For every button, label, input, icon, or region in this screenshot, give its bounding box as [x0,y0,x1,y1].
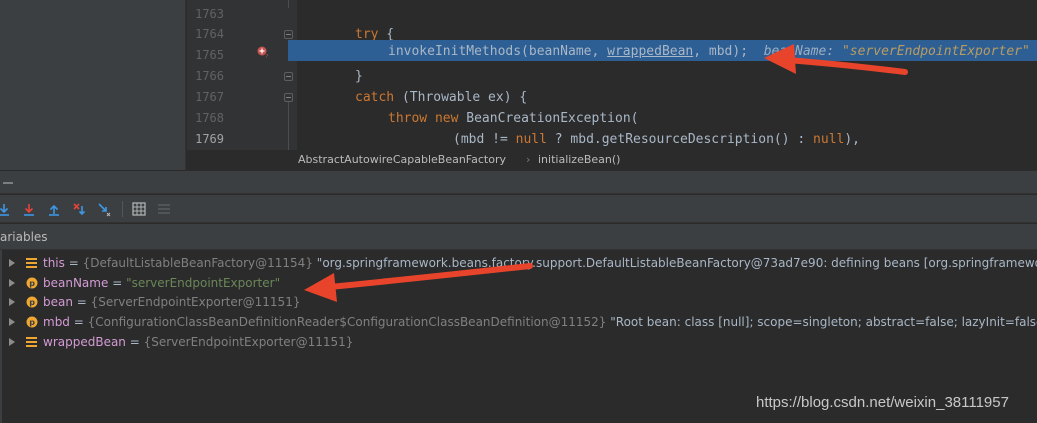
breadcrumb-method[interactable]: initializeBean() [538,150,620,170]
expand-arrow-icon[interactable] [9,318,15,326]
code-line: throw new BeanCreationException( [388,111,639,126]
svg-text:p: p [29,279,35,288]
param-icon: p [26,277,38,289]
param-icon: p [26,296,38,308]
expand-arrow-icon[interactable] [9,298,15,306]
step-out-icon[interactable] [46,201,62,217]
variable-row-beanName[interactable]: p beanName = "serverEndpointExporter" [0,273,1037,293]
breakpoint-icon[interactable]: ? [257,46,269,58]
fold-toggle-icon[interactable] [284,72,293,81]
svg-text:p: p [29,298,35,307]
fold-guide [288,102,289,150]
keyword-catch: catch [355,90,395,105]
line-number: 1765 [195,48,224,62]
svg-text:?: ? [266,54,269,58]
drop-frame-icon[interactable] [71,201,87,217]
fold-toggle-icon[interactable] [284,93,293,102]
run-to-cursor-icon[interactable] [96,201,112,217]
field-icon [26,258,37,268]
variables-header: ariables [0,224,1037,250]
trace-icon[interactable] [156,201,172,217]
panel-separator[interactable] [0,170,1037,194]
fold-toggle-icon[interactable] [284,30,293,39]
project-panel [0,0,186,170]
minimize-icon[interactable] [3,182,13,184]
code-area[interactable]: try { invokeInitMethods(beanName, wrappe… [297,0,1037,150]
variables-title: ariables [0,230,48,244]
toolbar-divider [122,201,123,217]
code-line: } [355,69,363,84]
debugger-toolbar [0,195,1037,223]
expand-arrow-icon[interactable] [9,338,15,346]
breadcrumb-class[interactable]: AbstractAutowireCapableBeanFactory [298,150,506,170]
variable-row-this[interactable]: this = {DefaultListableBeanFactory@11154… [0,253,1037,273]
execution-line-gutter [288,40,297,61]
variable-row-bean[interactable]: p bean = {ServerEndpointExporter@11151} [0,292,1037,312]
line-number: 1766 [195,69,224,83]
line-number: 1768 [195,111,224,125]
line-number-current: 1769 [195,132,224,146]
param-icon: p [26,316,38,328]
variable-row-mbd[interactable]: p mbd = {ConfigurationClassBeanDefinitio… [0,312,1037,332]
code-line: (mbd != null ? mbd.getResourceDescriptio… [453,132,861,147]
current-execution-line: invokeInitMethods(beanName, wrappedBean,… [297,40,1037,61]
code-editor: 1763 1764 1765 1766 1767 1768 1769 ? try… [0,0,1037,170]
line-number: 1764 [195,27,224,41]
code-line: catch (Throwable ex) { [355,90,528,105]
expand-arrow-icon[interactable] [9,259,15,267]
editor-gutter: 1763 1764 1765 1766 1767 1768 1769 [187,0,297,150]
field-icon [26,337,37,347]
svg-text:p: p [29,318,35,327]
step-into-icon[interactable] [21,201,37,217]
variable-row-wrappedBean[interactable]: wrappedBean = {ServerEndpointExporter@11… [0,332,1037,352]
watermark: https://blog.csdn.net/weixin_38111957 [756,394,1009,411]
tree-left-border [0,250,2,423]
inline-debug-value: beanName: "serverEndpointExporter" [748,44,1030,59]
step-over-icon[interactable] [0,201,12,217]
expand-arrow-icon[interactable] [9,279,15,287]
breadcrumb: AbstractAutowireCapableBeanFactory › ini… [187,150,1037,170]
line-number: 1763 [195,7,224,21]
fold-guide [288,0,289,8]
evaluate-expression-icon[interactable] [131,201,147,217]
line-number: 1767 [195,90,224,104]
breadcrumb-separator: › [526,153,531,166]
